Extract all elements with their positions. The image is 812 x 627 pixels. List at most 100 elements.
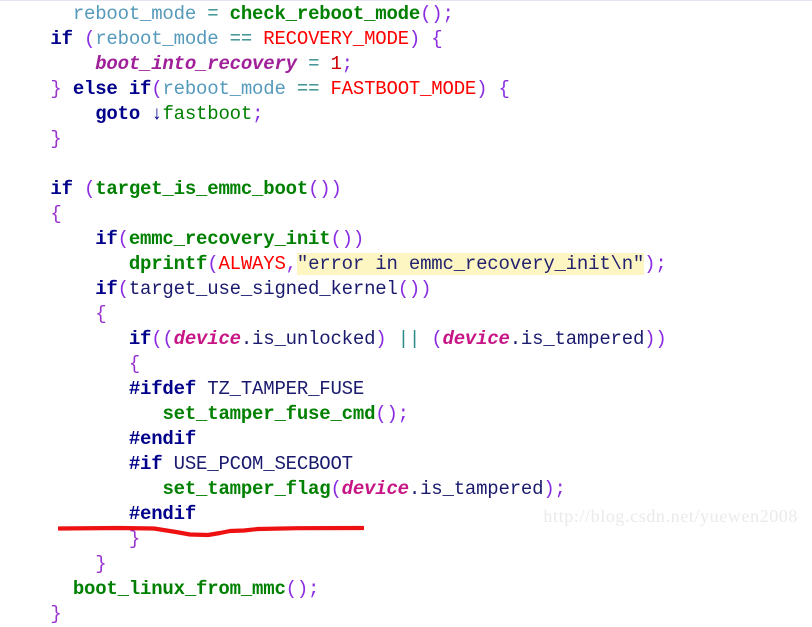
code-token: if [95, 228, 118, 250]
code-token: device [442, 328, 510, 350]
code-line[interactable]: } else if(reboot_mode == FASTBOOT_MODE) … [0, 77, 667, 102]
code-token: ALWAYS [218, 253, 286, 275]
code-token: fastboot [162, 103, 253, 125]
code-token: (); [420, 3, 454, 25]
code-token: } [50, 128, 62, 150]
code-token: RECOVERY_MODE [263, 28, 409, 50]
code-line[interactable]: } [0, 127, 667, 152]
code-line[interactable] [0, 152, 667, 177]
code-token: , [285, 253, 297, 275]
code-line[interactable]: if (reboot_mode == RECOVERY_MODE) { [0, 27, 667, 52]
code-line[interactable]: } [0, 602, 667, 627]
code-token: set_tamper_fuse_cmd [162, 403, 376, 425]
code-token: device [341, 478, 409, 500]
code-token: 1 [330, 53, 342, 75]
code-line[interactable]: if(emmc_recovery_init()) [0, 227, 667, 252]
code-line[interactable]: if(target_use_signed_kernel()) [0, 277, 667, 302]
code-line[interactable]: boot_into_recovery = 1; [0, 52, 667, 77]
code-token: } [95, 553, 107, 575]
code-line[interactable]: goto ↓fastboot; [0, 102, 667, 127]
code-token: USE_PCOM_SECBOOT [173, 453, 353, 475]
code-line[interactable]: #ifdef TZ_TAMPER_FUSE [0, 377, 667, 402]
code-token: goto [95, 103, 141, 125]
code-token: if [95, 278, 118, 300]
code-line[interactable]: dprintf(ALWAYS,"error in emmc_recovery_i… [0, 252, 667, 277]
code-line[interactable]: } [0, 552, 667, 577]
code-line[interactable]: { [0, 302, 667, 327]
code-token: ()) [308, 178, 342, 200]
code-token: TZ_TAMPER_FUSE [207, 378, 365, 400]
code-token: set_tamper_flag [162, 478, 331, 500]
code-line[interactable]: if (target_is_emmc_boot()) [0, 177, 667, 202]
code-line[interactable]: reboot_mode = check_reboot_mode(); [0, 2, 667, 27]
code-token: ); [644, 253, 667, 275]
code-token: ( [207, 253, 219, 275]
code-token: } [128, 528, 141, 550]
code-token: ( [330, 478, 342, 500]
code-token: reboot_mode [95, 28, 219, 50]
code-line[interactable]: #endif [0, 427, 667, 452]
code-line[interactable]: } [0, 527, 667, 552]
code-token: ↓ [151, 103, 163, 125]
code-line[interactable]: { [0, 352, 667, 377]
code-line[interactable]: boot_linux_from_mmc(); [0, 577, 667, 602]
code-token: { [128, 353, 141, 375]
code-token: #ifdef [128, 378, 197, 400]
code-token: } [50, 603, 62, 625]
code-line[interactable]: { [0, 202, 667, 227]
code-token: emmc_recovery_init [128, 228, 331, 250]
code-line[interactable]: set_tamper_fuse_cmd(); [0, 402, 667, 427]
code-token: device [173, 328, 241, 350]
code-lines-container: reboot_mode = check_reboot_mode(); if (r… [0, 0, 667, 627]
code-token: ( [84, 178, 96, 200]
code-token: { [50, 203, 62, 225]
code-token: (); [375, 403, 409, 425]
code-token: boot_into_recovery [95, 53, 297, 75]
code-line[interactable]: if((device.is_unlocked) || (device.is_ta… [0, 327, 667, 352]
code-token: )) [644, 328, 667, 350]
code-token: } [50, 78, 62, 100]
code-line[interactable]: #if USE_PCOM_SECBOOT [0, 452, 667, 477]
code-token: dprintf [128, 253, 208, 275]
code-token: = [207, 3, 219, 25]
code-token: ; [252, 103, 264, 125]
code-token: ( [117, 228, 129, 250]
code-token: #endif [128, 503, 197, 525]
code-token: ( [431, 328, 443, 350]
code-token: == [229, 28, 253, 50]
code-token: boot_linux_from_mmc [72, 578, 286, 600]
code-line[interactable]: set_tamper_flag(device.is_tampered); [0, 477, 667, 502]
code-token: ); [543, 478, 566, 500]
code-token: "error in emmc_recovery_init\n" [296, 253, 645, 275]
code-token: else if [72, 78, 152, 100]
